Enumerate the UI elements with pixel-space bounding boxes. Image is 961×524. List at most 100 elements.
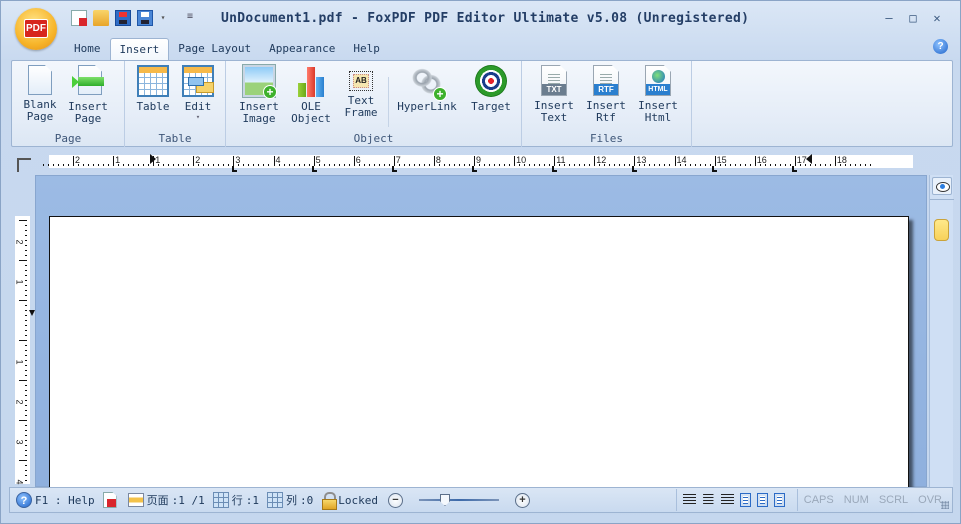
ruler-minor-tick — [25, 450, 27, 451]
ruler-minor-tick — [549, 164, 551, 166]
ruler-minor-tick — [844, 164, 846, 166]
save-as-icon[interactable] — [137, 10, 153, 26]
ruler-minor-tick — [859, 164, 861, 166]
table-button[interactable]: Table — [131, 65, 175, 113]
app-logo-button[interactable]: PDF — [15, 8, 57, 50]
ruler-minor-tick — [463, 164, 465, 166]
tab-stop-marker[interactable] — [712, 166, 717, 172]
ruler-minor-tick — [128, 164, 130, 166]
ole-object-button[interactable]: OLE Object — [289, 65, 333, 125]
top-margin-marker[interactable] — [29, 310, 35, 316]
insert-image-button[interactable]: + Insert Image — [237, 65, 281, 125]
document-canvas[interactable] — [35, 175, 927, 506]
minimize-button[interactable]: – — [877, 10, 901, 26]
help-status[interactable]: ? F1 : Help — [16, 492, 95, 508]
lock-status[interactable]: Locked — [321, 492, 378, 510]
customize-toolbar-icon[interactable]: ≡ — [185, 10, 195, 26]
ruler-major-tick — [834, 156, 836, 166]
page-status: 页面 :1 /1 — [127, 492, 205, 508]
align-left-icon[interactable] — [682, 494, 696, 506]
ruler-minor-tick — [689, 164, 691, 166]
align-right-icon[interactable] — [720, 494, 734, 506]
hyperlink-icon: + — [411, 65, 447, 101]
right-indent-marker[interactable] — [806, 154, 812, 164]
ruler-minor-tick — [799, 164, 801, 166]
save-dropdown-icon[interactable]: ▾ — [159, 10, 167, 26]
ruler-minor-tick — [438, 164, 440, 166]
ruler-minor-tick — [644, 164, 646, 166]
save-icon[interactable] — [115, 10, 131, 26]
ruler-minor-tick — [423, 164, 425, 166]
pdf-status[interactable] — [102, 492, 120, 508]
insert-text-button[interactable]: TXT Insert Text — [532, 65, 576, 124]
ruler-minor-tick — [458, 164, 460, 166]
ruler-major-tick — [433, 156, 435, 166]
tab-stop-marker[interactable] — [792, 166, 797, 172]
pdf-page[interactable] — [49, 216, 909, 506]
insert-page-button[interactable]: Insert Page — [66, 65, 110, 125]
group-label-object: Object — [353, 132, 394, 145]
tab-stop-marker[interactable] — [632, 166, 637, 172]
tab-stop-marker[interactable] — [552, 166, 557, 172]
ruler-minor-tick — [494, 164, 496, 166]
horizontal-ruler[interactable]: 2 1 1 2 3 4 5 6 7 8 9 10 11 12 13 14 15 16 17 18 — [43, 155, 913, 168]
ruler-minor-tick — [25, 330, 27, 331]
page-align-middle-icon[interactable] — [756, 493, 768, 507]
ruler-major-tick — [794, 156, 796, 166]
align-center-icon[interactable] — [703, 494, 714, 506]
hyperlink-button[interactable]: + HyperLink — [396, 65, 458, 113]
target-button[interactable]: Target — [466, 65, 516, 113]
folder-open-icon[interactable] — [93, 10, 109, 26]
tab-help[interactable]: Help — [344, 38, 389, 60]
tab-stop-marker[interactable] — [232, 166, 237, 172]
tab-home[interactable]: Home — [65, 38, 110, 60]
ruler-minor-tick — [238, 164, 240, 166]
tab-appearance[interactable]: Appearance — [260, 38, 344, 60]
insert-rtf-button[interactable]: RTF Insert Rtf — [584, 65, 628, 124]
tab-stop-marker[interactable] — [392, 166, 397, 172]
tab-stop-marker[interactable] — [472, 166, 477, 172]
blank-page-button[interactable]: Blank Page — [18, 65, 62, 123]
text-frame-button[interactable]: AB Text Frame — [339, 65, 383, 119]
page-align-top-icon[interactable] — [739, 493, 751, 507]
ruler-corner-icon[interactable] — [17, 158, 31, 172]
ribbon-panel: Blank Page Insert Page Page Table Edit ▾… — [11, 60, 953, 147]
window-title: UnDocument1.pdf - FoxPDF PDF Editor Ulti… — [221, 11, 750, 26]
ruler-minor-tick — [479, 164, 480, 166]
restore-button[interactable]: □ — [901, 10, 925, 26]
target-label: Target — [471, 100, 511, 113]
resize-grip-icon[interactable] — [941, 501, 949, 509]
tab-insert[interactable]: Insert — [109, 38, 170, 61]
row-label: 行 — [231, 494, 243, 507]
ruler-minor-tick — [574, 164, 576, 166]
close-button[interactable]: ✕ — [925, 10, 949, 26]
page-align-bottom-icon[interactable] — [773, 493, 785, 507]
tab-page-layout[interactable]: Page Layout — [169, 38, 260, 60]
insert-page-icon — [72, 65, 104, 97]
vertical-ruler[interactable]: 2 1 1 2 3 4 — [15, 216, 30, 485]
page-value: :1 /1 — [171, 493, 205, 507]
ruler-minor-tick — [25, 370, 27, 371]
tab-stop-marker[interactable] — [312, 166, 317, 172]
zoom-out-button[interactable]: − — [387, 492, 403, 508]
ruler-minor-tick — [428, 164, 430, 166]
divider — [675, 489, 677, 511]
new-pdf-icon[interactable] — [71, 10, 87, 26]
zoom-slider[interactable] — [418, 493, 499, 507]
insert-rtf-label: Insert Rtf — [586, 99, 626, 124]
ruler-minor-tick — [25, 455, 27, 456]
help-icon[interactable]: ? — [933, 39, 948, 54]
insert-html-button[interactable]: HTML Insert Html — [636, 65, 680, 124]
ruler-minor-tick — [829, 164, 831, 166]
ruler-major-tick — [674, 156, 676, 166]
ruler-minor-tick — [403, 164, 405, 166]
ruler-minor-tick — [78, 164, 79, 166]
ruler-minor-tick — [25, 315, 27, 316]
ruler-minor-tick — [614, 164, 616, 166]
zoom-in-button[interactable]: + — [514, 492, 530, 508]
left-indent-marker[interactable] — [150, 154, 156, 164]
sticky-note-icon[interactable] — [934, 219, 949, 241]
zoom-slider-thumb[interactable] — [439, 494, 450, 506]
edit-table-button[interactable]: Edit ▾ — [176, 65, 220, 121]
eye-icon[interactable] — [932, 177, 952, 195]
